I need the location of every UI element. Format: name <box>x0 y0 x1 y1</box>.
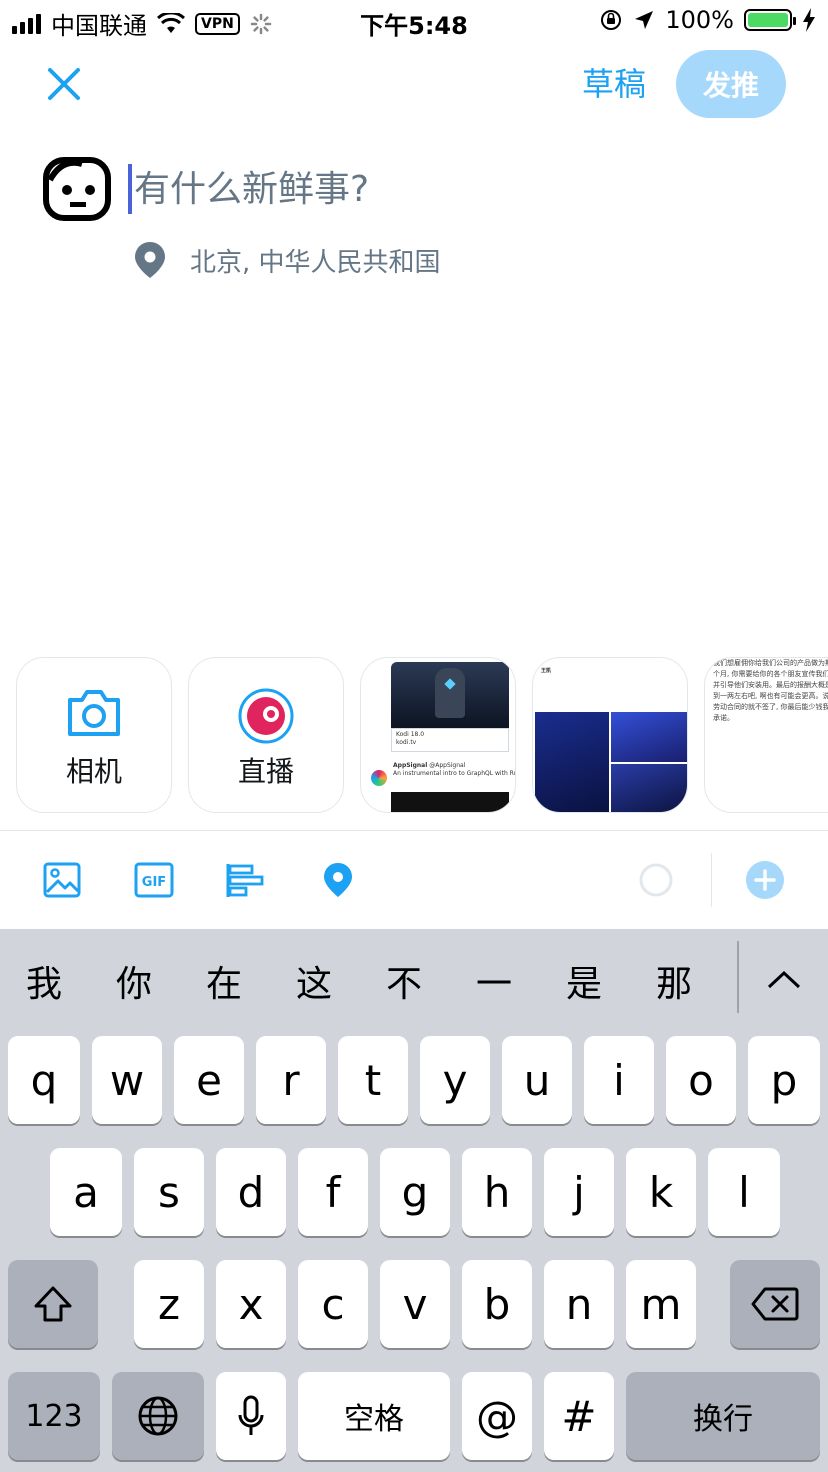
key-c[interactable]: c <box>298 1260 368 1348</box>
key-d[interactable]: d <box>216 1148 286 1236</box>
at-key[interactable]: @ <box>462 1372 532 1460</box>
dictation-key[interactable] <box>216 1372 286 1460</box>
globe-icon <box>138 1396 178 1436</box>
compose-input[interactable] <box>134 164 734 214</box>
location-pin-icon <box>135 242 165 278</box>
key-p[interactable]: p <box>748 1036 820 1124</box>
space-key[interactable]: 空格 <box>298 1372 450 1460</box>
key-n[interactable]: n <box>544 1260 614 1348</box>
key-y[interactable]: y <box>420 1036 490 1124</box>
keyboard: 我 你 在 这 不 一 是 那 q w e r t y u i o p a s … <box>0 929 828 1472</box>
key-w[interactable]: w <box>92 1036 162 1124</box>
candidate-word[interactable]: 那 <box>644 955 704 1007</box>
image-icon <box>43 862 81 898</box>
gif-text: GIF <box>142 875 166 890</box>
gif-icon: GIF <box>134 862 174 898</box>
thumbnail-card-title: Kodi 18.0 <box>396 731 425 738</box>
candidate-bar: 我 你 在 这 不 一 是 那 <box>0 929 828 1029</box>
key-s[interactable]: s <box>134 1148 204 1236</box>
key-i[interactable]: i <box>584 1036 654 1124</box>
compose-toolbar: GIF <box>0 831 828 929</box>
chevron-up-icon <box>767 970 801 989</box>
key-x[interactable]: x <box>216 1260 286 1348</box>
toolbar-separator <box>711 853 712 907</box>
tweet-button[interactable]: 发推 <box>676 50 786 118</box>
poll-icon <box>226 864 264 897</box>
close-button[interactable] <box>42 62 86 106</box>
hash-key[interactable]: # <box>544 1372 614 1460</box>
globe-key[interactable] <box>112 1372 204 1460</box>
add-tweet-button[interactable] <box>745 860 785 900</box>
candidate-word[interactable]: 是 <box>554 955 614 1007</box>
camera-button[interactable]: 相机 <box>16 657 172 813</box>
thumbnail-text: An instrumental intro to GraphQL with Ru… <box>393 770 516 777</box>
live-label: 直播 <box>237 755 294 788</box>
key-e[interactable]: e <box>174 1036 244 1124</box>
location-tag[interactable]: 北京, 中华人民共和国 <box>132 240 441 280</box>
thumbnail-card-site: kodi.tv <box>396 739 417 746</box>
candidate-word[interactable]: 一 <box>464 955 524 1007</box>
backspace-key[interactable] <box>730 1260 820 1348</box>
key-l[interactable]: l <box>708 1148 780 1236</box>
key-t[interactable]: t <box>338 1036 408 1124</box>
key-h[interactable]: h <box>462 1148 532 1236</box>
image-button[interactable] <box>42 860 82 900</box>
candidate-word[interactable]: 你 <box>104 955 164 1007</box>
candidate-word[interactable]: 这 <box>284 955 344 1007</box>
candidate-word[interactable]: 我 <box>14 955 74 1007</box>
orientation-lock-icon <box>601 10 622 30</box>
avatar[interactable] <box>42 154 112 224</box>
poll-button[interactable] <box>226 860 266 900</box>
expand-candidates-button[interactable] <box>760 959 808 999</box>
close-icon <box>48 68 80 100</box>
camera-label: 相机 <box>65 755 122 788</box>
add-tweet-icon <box>746 861 784 899</box>
key-q[interactable]: q <box>8 1036 80 1124</box>
key-j[interactable]: j <box>544 1148 614 1236</box>
candidate-word[interactable]: 不 <box>374 955 434 1007</box>
key-k[interactable]: k <box>626 1148 696 1236</box>
key-o[interactable]: o <box>666 1036 736 1124</box>
key-b[interactable]: b <box>462 1260 532 1348</box>
numbers-key[interactable]: 123 <box>8 1372 100 1460</box>
thumbnail-author: AppSignal <box>393 762 428 769</box>
key-v[interactable]: v <box>380 1260 450 1348</box>
location-pin-icon <box>324 863 352 897</box>
key-r[interactable]: r <box>256 1036 326 1124</box>
photo-thumbnail[interactable]: 王凯 <box>532 657 688 813</box>
candidate-separator <box>737 941 739 1013</box>
shift-icon <box>34 1286 72 1322</box>
thumbnail-text: 我们想雇佣你给我们公司的产品做为期大概一个月, 你需要给你的各个朋友宣传我们的产… <box>713 659 828 722</box>
key-m[interactable]: m <box>626 1260 696 1348</box>
drafts-button[interactable]: 草稿 <box>582 62 646 106</box>
key-u[interactable]: u <box>502 1036 572 1124</box>
location-text: 北京, 中华人民共和国 <box>190 247 441 278</box>
shift-key[interactable] <box>8 1260 98 1348</box>
location-button[interactable] <box>318 860 358 900</box>
char-count-ring <box>636 860 676 900</box>
periscope-live-icon <box>238 688 294 744</box>
charging-bolt-icon <box>803 8 815 32</box>
backspace-icon <box>751 1287 799 1321</box>
thumbnail-handle: @AppSignal <box>429 762 466 769</box>
battery-percent: 100% <box>665 6 734 34</box>
key-g[interactable]: g <box>380 1148 450 1236</box>
key-a[interactable]: a <box>50 1148 122 1236</box>
status-bar: 中国联通 VPN 下午5:48 100% <box>0 0 828 42</box>
microphone-icon <box>238 1395 264 1435</box>
candidate-word[interactable]: 在 <box>194 955 254 1007</box>
thumbnail-author: 王凯 <box>541 668 552 674</box>
camera-icon <box>68 690 120 736</box>
photo-thumbnail[interactable]: Kodi 18.0 kodi.tv AppSignal @AppSignal A… <box>360 657 516 813</box>
key-z[interactable]: z <box>134 1260 204 1348</box>
text-cursor <box>128 164 132 214</box>
battery-icon <box>744 9 796 31</box>
key-f[interactable]: f <box>298 1148 368 1236</box>
location-arrow-icon <box>635 11 654 29</box>
photo-thumbnail[interactable]: 我们想雇佣你给我们公司的产品做为期大概一个月, 你需要给你的各个朋友宣传我们的产… <box>704 657 828 813</box>
media-tray: 相机 直播 Kodi 18.0 kodi.tv AppSignal @AppSi… <box>0 657 828 815</box>
gif-button[interactable]: GIF <box>134 860 174 900</box>
return-key[interactable]: 换行 <box>626 1372 820 1460</box>
live-button[interactable]: 直播 <box>188 657 344 813</box>
